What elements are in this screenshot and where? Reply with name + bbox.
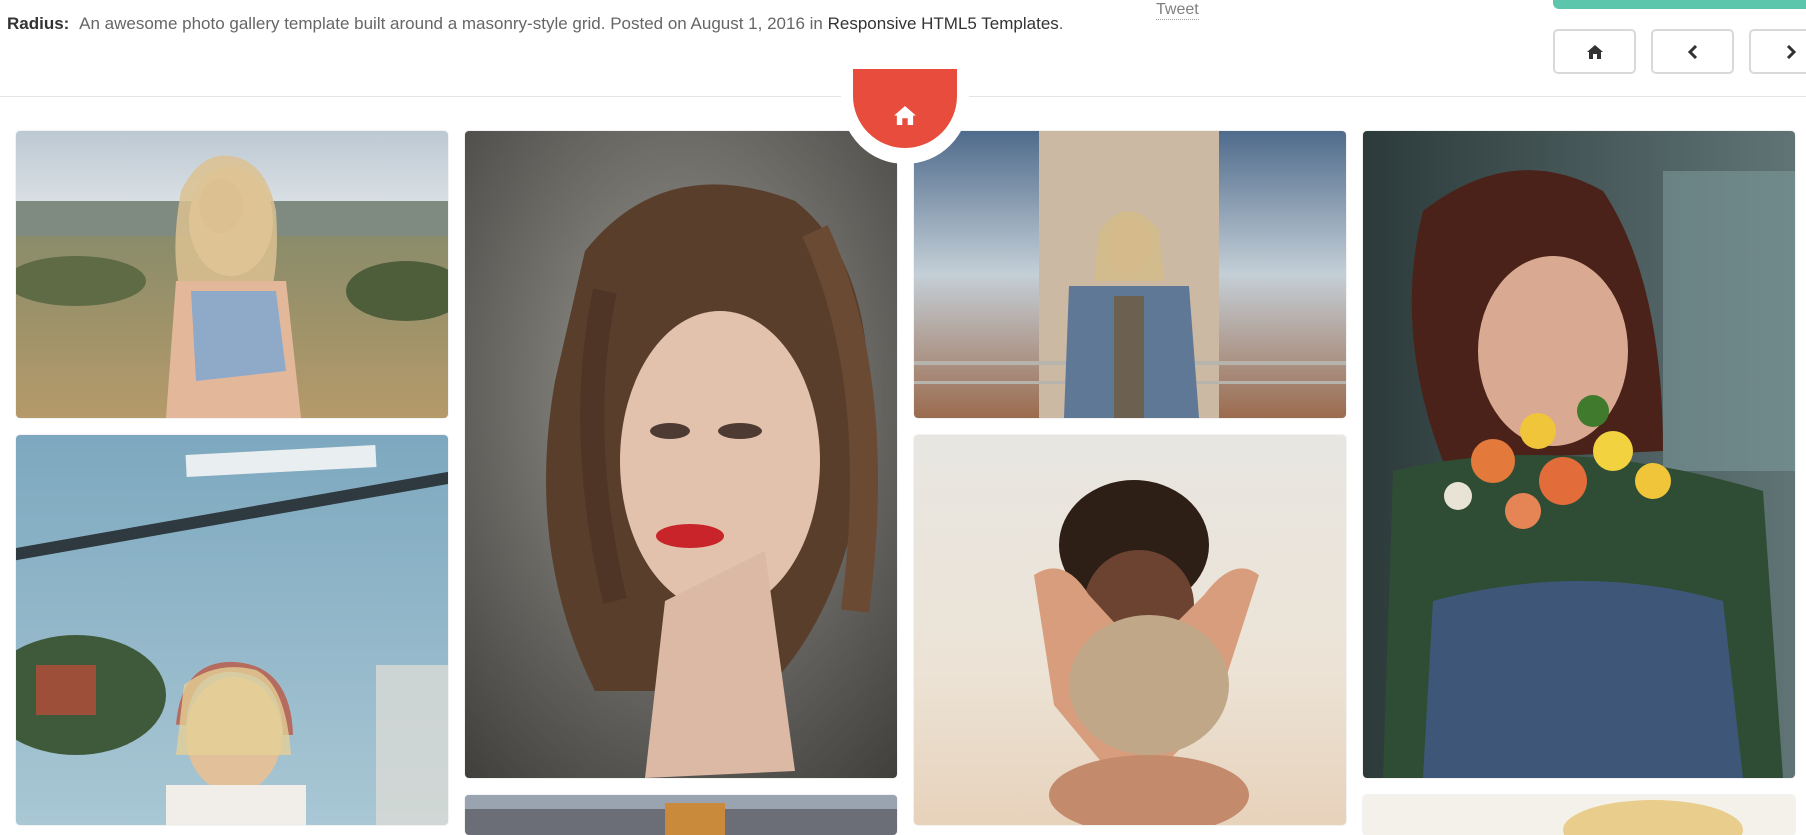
prev-button[interactable]	[1651, 29, 1734, 74]
description-suffix: .	[1058, 14, 1064, 33]
photo-headphones[interactable]	[16, 435, 448, 825]
chevron-left-icon	[1687, 44, 1698, 59]
photo-flowers[interactable]	[1363, 131, 1795, 778]
home-icon	[1586, 44, 1603, 59]
template-name: Radius:	[7, 14, 70, 33]
category-link[interactable]: Responsive HTML5 Templates	[828, 14, 1059, 33]
photo-bottom-partial-4[interactable]	[1363, 795, 1795, 835]
photo-hands-sand[interactable]	[914, 435, 1346, 825]
photo-bottom-partial-2[interactable]	[465, 795, 897, 835]
photo-red-lips-portrait[interactable]	[465, 131, 897, 778]
description-text: An awesome photo gallery template built …	[79, 14, 823, 33]
photo-denim-jacket[interactable]	[914, 131, 1346, 418]
home-badge-inner	[853, 69, 957, 148]
tweet-button[interactable]: Tweet	[1156, 1, 1199, 20]
home-button[interactable]	[1553, 29, 1636, 74]
next-button[interactable]	[1749, 29, 1806, 74]
template-description: Radius: An awesome photo gallery templat…	[7, 14, 1064, 34]
download-button[interactable]	[1553, 0, 1806, 9]
photo-blonde-field[interactable]	[16, 131, 448, 418]
chevron-right-icon	[1786, 44, 1796, 59]
home-icon	[894, 105, 916, 130]
